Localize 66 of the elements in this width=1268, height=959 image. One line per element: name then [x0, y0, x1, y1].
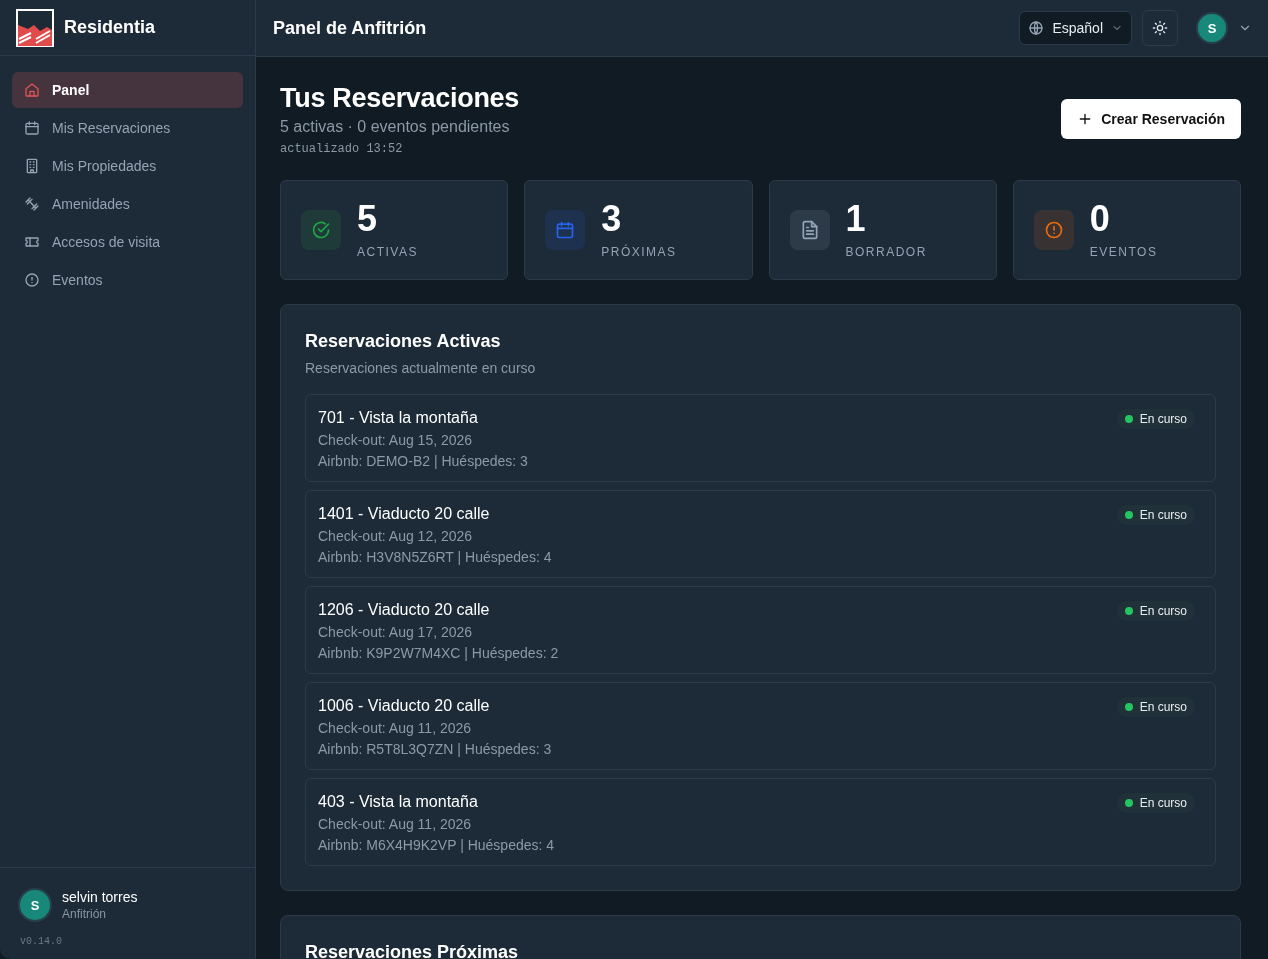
card-title: Reservaciones Próximas	[305, 942, 520, 959]
globe-icon	[1028, 20, 1045, 36]
booking-details: Airbnb: K9P2W7M4XC | Huéspedes: 2	[318, 645, 559, 661]
stat-value: 5	[357, 201, 379, 237]
checkout-date: Check-out: Aug 15, 2026	[318, 432, 474, 448]
alert-icon	[1043, 220, 1064, 240]
sidebar-item[interactable]: Panel	[12, 72, 243, 108]
reservation-item[interactable]: 1206 - Viaducto 20 calle Check-out: Aug 17, 2026 Airbnb: K9P2W7M4XC | Huéspedes: 2 En curso	[305, 586, 1216, 674]
version-label: v0.14.0	[19, 935, 63, 949]
reservation-item[interactable]: 403 - Vista la montaña Check-out: Aug 11, 2026 Airbnb: M6X4H9K2VP | Huéspedes: 4 En curso	[305, 778, 1216, 866]
reservation-title: 1206 - Viaducto 20 calle	[318, 601, 491, 619]
status-label: En curso	[1139, 700, 1187, 714]
reservation-item[interactable]: 1006 - Viaducto 20 calle Check-out: Aug 11, 2026 Airbnb: R5T8L3Q7ZN | Huéspedes: 3 En curso	[305, 682, 1216, 770]
home-icon	[24, 82, 40, 98]
alert-icon	[24, 272, 40, 288]
user-avatar[interactable]: S	[18, 888, 52, 922]
section-heading: Tus Reservaciones	[280, 83, 520, 114]
booking-details: Airbnb: R5T8L3Q7ZN | Huéspedes: 3	[318, 741, 552, 757]
page-title: Panel de Anfitrión	[273, 17, 428, 39]
stat-label: PRÓXIMAS	[601, 245, 677, 259]
logo	[16, 8, 54, 47]
reservation-title: 403 - Vista la montaña	[318, 793, 479, 811]
calendar-icon	[24, 120, 40, 136]
status-label: En curso	[1139, 508, 1187, 522]
card-title: Reservaciones Activas	[305, 331, 502, 352]
user-name: selvin torres	[62, 889, 138, 905]
stat-value: 3	[601, 201, 623, 237]
calendar-icon	[555, 220, 576, 240]
stat-label: ACTIVAS	[357, 245, 418, 259]
check-circle-icon	[311, 220, 331, 240]
stat-label: BORRADOR	[845, 245, 927, 259]
summary-text: 5 activas · 0 eventos pendientes	[280, 118, 511, 136]
dumbbell-icon	[24, 196, 40, 212]
reservation-title: 701 - Vista la montaña	[318, 409, 479, 427]
sidebar-item[interactable]: Eventos	[12, 262, 243, 298]
reservation-item[interactable]: 1401 - Viaducto 20 calle Check-out: Aug 12, 2026 Airbnb: H3V8N5Z6RT | Huéspedes: 4 En curso	[305, 490, 1216, 578]
reservation-title: 1401 - Viaducto 20 calle	[318, 505, 491, 523]
language-select[interactable]: Español	[1019, 11, 1132, 45]
stat-value: 1	[845, 201, 867, 237]
stat-value: 0	[1089, 201, 1111, 237]
booking-details: Airbnb: M6X4H9K2VP | Huéspedes: 4	[318, 837, 555, 853]
ticket-icon	[24, 234, 40, 250]
booking-details: Airbnb: H3V8N5Z6RT | Huéspedes: 4	[318, 549, 552, 565]
sidebar-item[interactable]: Mis Propiedades	[12, 148, 243, 184]
brand-name: Residentia	[64, 17, 156, 38]
checkout-date: Check-out: Aug 12, 2026	[318, 528, 474, 544]
create-reservation-button[interactable]: Crear Reservación	[1061, 99, 1241, 139]
status-label: En curso	[1139, 604, 1187, 618]
sidebar-item[interactable]: Accesos de visita	[12, 224, 243, 260]
building-icon	[24, 158, 40, 174]
checkout-date: Check-out: Aug 17, 2026	[318, 624, 474, 640]
card-subtitle: Reservaciones actualmente en curso	[305, 360, 537, 376]
sidebar-item[interactable]: Amenidades	[12, 186, 243, 222]
sidebar-item[interactable]: Mis Reservaciones	[12, 110, 243, 146]
reservation-item[interactable]: 701 - Vista la montaña Check-out: Aug 15, 2026 Airbnb: DEMO-B2 | Huéspedes: 3 En curso	[305, 394, 1216, 482]
checkout-date: Check-out: Aug 11, 2026	[318, 816, 473, 832]
theme-toggle[interactable]	[1142, 10, 1178, 46]
booking-details: Airbnb: DEMO-B2 | Huéspedes: 3	[318, 453, 528, 469]
updated-time: actualizado 13:52	[280, 142, 404, 156]
status-label: En curso	[1139, 796, 1187, 810]
sun-icon	[1152, 20, 1168, 36]
checkout-date: Check-out: Aug 11, 2026	[318, 720, 473, 736]
status-label: En curso	[1139, 412, 1187, 426]
user-role: Anfitrión	[62, 907, 108, 921]
reservation-title: 1006 - Viaducto 20 calle	[318, 697, 491, 715]
stat-label: EVENTOS	[1089, 245, 1158, 259]
